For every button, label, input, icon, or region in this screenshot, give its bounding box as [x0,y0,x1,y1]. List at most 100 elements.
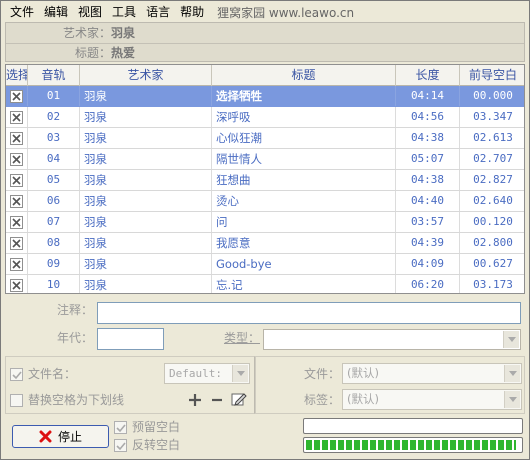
table-body: 01 羽泉 选择牺牲 04:14 00.000 02 羽泉 深呼吸 04:56 03.347 03 羽… [6,86,524,293]
stop-button[interactable]: 停止 [12,425,109,448]
track-artist[interactable]: 羽泉 [80,212,212,232]
chevron-down-icon[interactable] [504,391,520,408]
track-artist[interactable]: 羽泉 [80,86,212,106]
col-header-title[interactable]: 标题 [212,65,396,86]
menu-tools[interactable]: 工具 [107,3,141,21]
table-row[interactable]: 07 羽泉问 03:57 00.120 [6,212,524,233]
row-select-cell[interactable] [6,233,28,253]
artist-value[interactable]: 羽泉 [111,26,135,40]
track-artist[interactable]: 羽泉 [80,191,212,211]
track-title[interactable]: 问 [212,212,396,232]
track-gap: 02.827 [473,173,513,186]
col-header-artist[interactable]: 艺术家 [80,65,212,86]
file-select[interactable]: (默认) [342,363,522,384]
track-number: 07 [28,212,80,232]
table-row[interactable]: 01 羽泉 选择牺牲 04:14 00.000 [6,86,524,107]
row-select-cell[interactable] [6,86,28,106]
row-checkbox[interactable] [10,173,23,187]
track-artist[interactable]: 羽泉 [80,128,212,148]
col-header-select[interactable]: 选择 [6,65,28,86]
row-checkbox[interactable] [10,257,23,271]
table-row[interactable]: 09 羽泉 Good-bye 04:09 00.627 [6,254,524,275]
track-title[interactable]: Good-bye [212,254,396,274]
track-artist[interactable]: 羽泉 [80,170,212,190]
track-title[interactable]: 狂想曲 [212,170,396,190]
tag-select[interactable]: (默认) [342,389,522,410]
menu-file[interactable]: 文件 [2,3,39,21]
chevron-down-icon[interactable] [232,365,248,382]
row-checkbox[interactable] [10,131,23,145]
stop-label: 停止 [57,430,82,444]
row-checkbox[interactable] [10,194,23,208]
checkbox-box[interactable] [114,438,127,452]
col-header-gap[interactable]: 前导空白 [460,65,524,86]
col-header-track[interactable]: 音轨 [28,65,80,86]
row-select-cell[interactable] [6,191,28,211]
row-select-cell[interactable] [6,128,28,148]
row-checkbox[interactable] [10,89,23,103]
chevron-down-icon[interactable] [503,331,519,348]
track-artist[interactable]: 羽泉 [80,275,212,293]
track-title[interactable]: 烫心 [212,191,396,211]
checkbox-box[interactable] [10,393,23,407]
menu-language[interactable]: 语言 [141,3,175,21]
reserve-gap-checkbox[interactable]: 预留空白 [114,418,180,436]
menu-view[interactable]: 视图 [73,3,107,21]
edit-icon[interactable] [230,390,248,408]
year-input[interactable] [97,328,164,350]
table-row[interactable]: 10 羽泉 忘.记 06:20 03.173 [6,275,524,293]
track-artist[interactable]: 羽泉 [80,107,212,127]
track-length: 04:40 [396,191,460,211]
checkbox-box[interactable] [114,420,127,434]
row-checkbox[interactable] [10,278,23,292]
track-title[interactable]: 心似狂潮 [212,128,396,148]
menu-bar: 文件 编辑 视图 工具 语言 帮助 狸窝家园 www.leawo.cn [2,2,528,22]
row-checkbox[interactable] [10,152,23,166]
replace-space-checkbox[interactable]: 替换空格为下划线 [10,391,124,409]
row-checkbox[interactable] [10,110,23,124]
track-title[interactable]: 深呼吸 [212,107,396,127]
table-row[interactable]: 08 羽泉 我愿意 04:39 02.800 [6,233,524,254]
table-row[interactable]: 06 羽泉 烫心 04:40 02.640 [6,191,524,212]
table-row[interactable]: 02 羽泉 深呼吸 04:56 03.347 [6,107,524,128]
tag-label: 标签： [303,393,340,407]
artist-row: 艺术家：羽泉 [6,24,135,42]
checkbox-box[interactable] [10,367,23,381]
track-number: 02 [28,107,80,127]
track-artist[interactable]: 羽泉 [80,233,212,253]
track-title[interactable]: 隔世情人 [212,149,396,169]
row-checkbox[interactable] [10,236,23,250]
filename-checkbox[interactable]: 文件名： [10,365,76,383]
table-row[interactable]: 05 羽泉 狂想曲 04:38 02.827 [6,170,524,191]
row-checkbox[interactable] [10,215,23,229]
row-select-cell[interactable] [6,254,28,274]
row-select-cell[interactable] [6,107,28,127]
track-title[interactable]: 选择牺牲 [212,86,396,106]
comment-input[interactable] [97,302,521,324]
reserve-gap-label: 预留空白 [132,420,181,434]
menu-edit[interactable]: 编辑 [39,3,73,21]
title-value[interactable]: 热爱 [111,46,135,60]
row-select-cell[interactable] [6,170,28,190]
row-select-cell[interactable] [6,275,28,293]
add-icon[interactable] [186,391,204,409]
table-row[interactable]: 03 羽泉 心似狂潮 04:38 02.613 [6,128,524,149]
track-artist[interactable]: 羽泉 [80,149,212,169]
track-title[interactable]: 我愿意 [212,233,396,253]
row-select-cell[interactable] [6,149,28,169]
track-title[interactable]: 忘.记 [212,275,396,293]
track-gap: 02.613 [473,131,513,144]
row-select-cell[interactable] [6,212,28,232]
album-info-panel: 艺术家：羽泉 标题：热爱 [5,22,525,62]
reverse-gap-checkbox[interactable]: 反转空白 [114,436,180,454]
filename-format-select[interactable]: Default: [164,363,250,384]
genre-select[interactable] [263,329,521,350]
col-header-length[interactable]: 长度 [396,65,460,86]
chevron-down-icon[interactable] [504,365,520,382]
remove-icon[interactable] [208,391,226,409]
filename-label: 文件名： [28,367,77,381]
table-row[interactable]: 04 羽泉 隔世情人 05:07 02.707 [6,149,524,170]
menu-help[interactable]: 帮助 [175,3,209,21]
track-artist[interactable]: 羽泉 [80,254,212,274]
tag-form: 注释： 年代： 类型： [5,296,525,352]
